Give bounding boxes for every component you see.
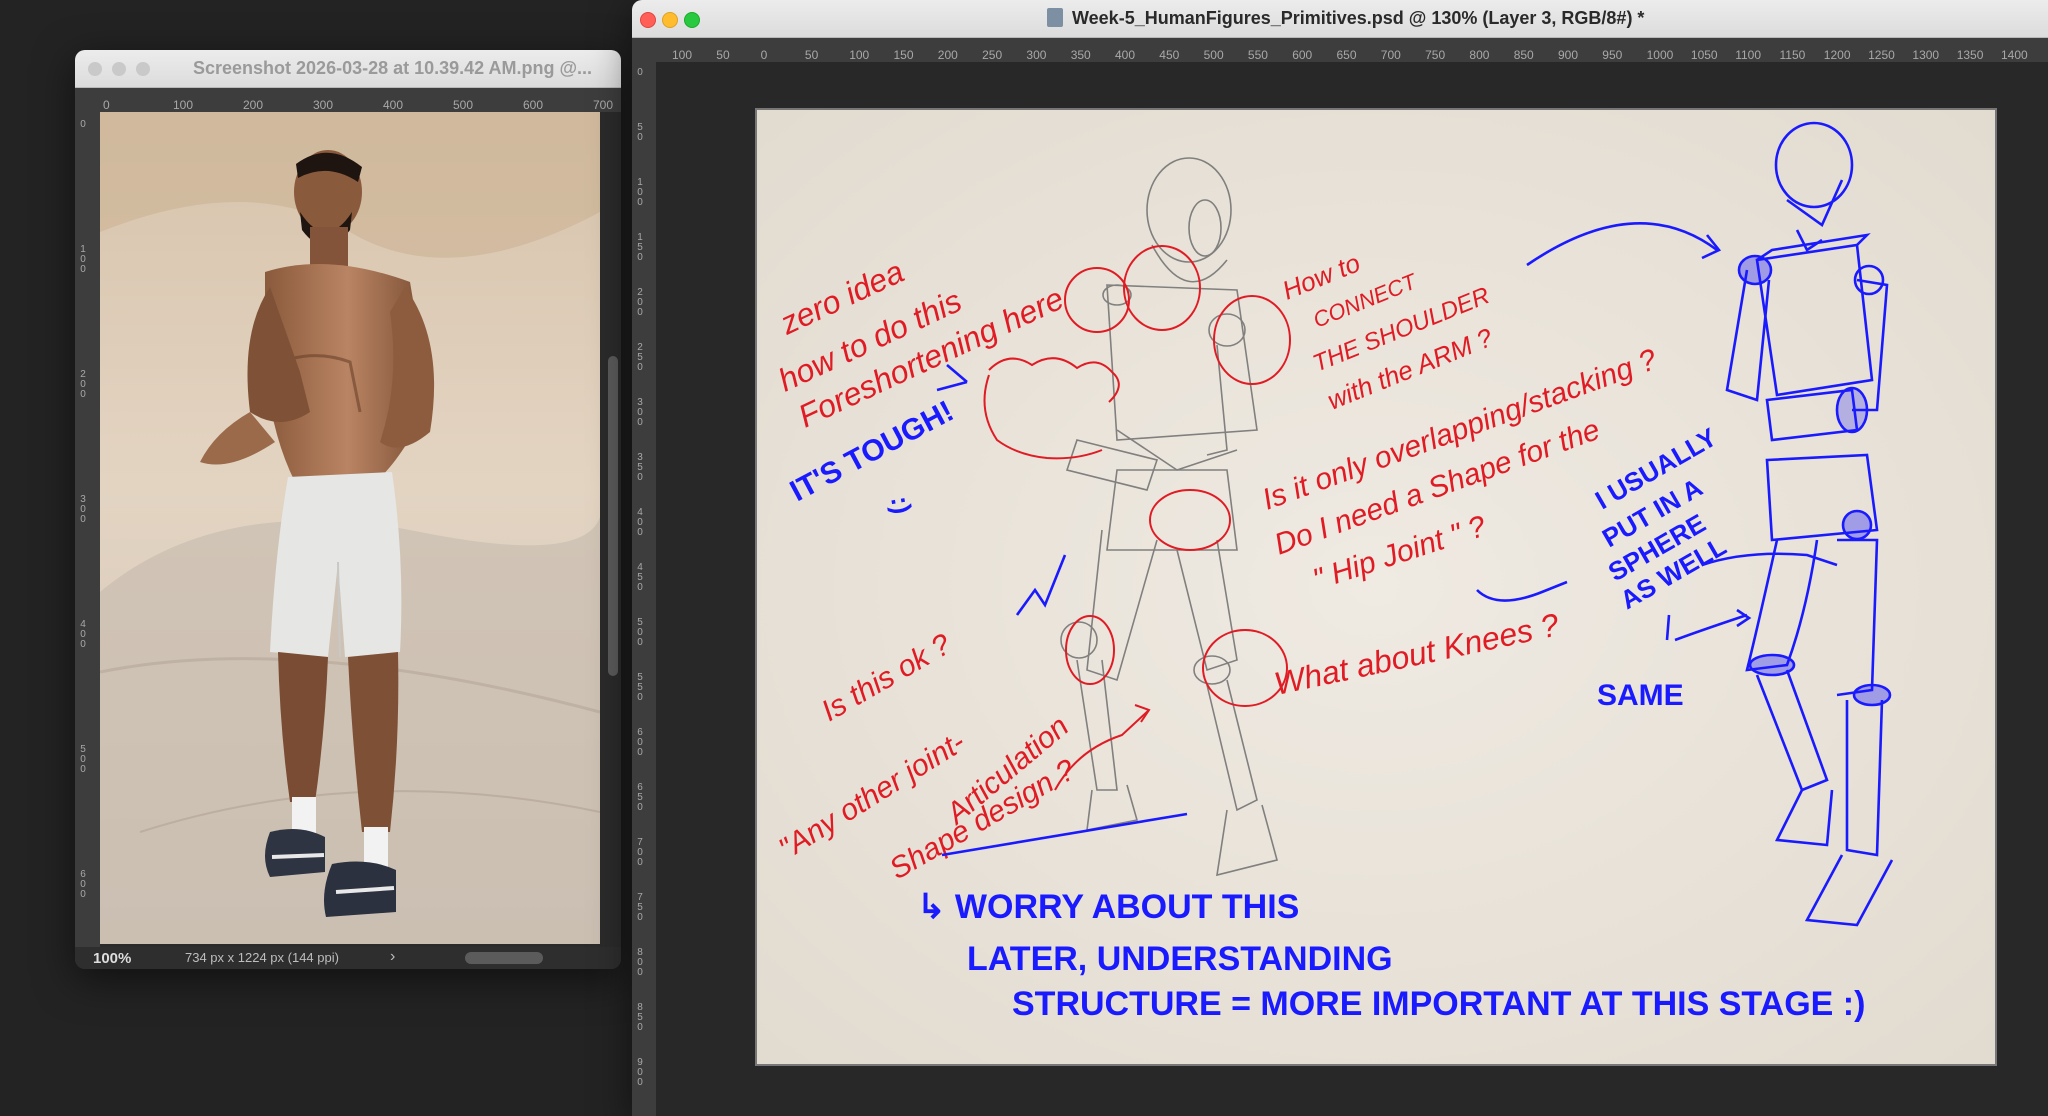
ruler-tick-label: 300 xyxy=(637,397,643,428)
psd-document-icon xyxy=(1047,8,1063,27)
ruler-tick-label: 100 xyxy=(849,48,870,62)
ruler-tick-label: 300 xyxy=(313,98,334,112)
ruler-tick-label: 900 xyxy=(1558,48,1579,62)
ruler-tick-label: 250 xyxy=(982,48,1003,62)
artboard-canvas[interactable]: zero idea how to do this Foreshortening … xyxy=(755,108,1997,1066)
ruler-tick-label: 800 xyxy=(1469,48,1490,62)
ruler-tick-label: 1350 xyxy=(1956,48,1984,62)
ruler-tick-label: 0 xyxy=(80,119,86,130)
ruler-tick-label: 900 xyxy=(637,1057,643,1088)
ruler-tick-label: 0 xyxy=(637,67,643,78)
ruler-tick-label: 500 xyxy=(637,617,643,648)
ruler-tick-label: 150 xyxy=(893,48,914,62)
image-canvas-area[interactable] xyxy=(100,112,621,947)
ruler-tick-label: 200 xyxy=(637,287,643,318)
ruler-tick-label: 1000 xyxy=(1646,48,1674,62)
ruler-tick-label: 700 xyxy=(593,98,614,112)
ruler-tick-label: 500 xyxy=(80,744,86,775)
note-bottom-2: LATER, UNDERSTANDING xyxy=(967,940,1393,978)
reference-photo xyxy=(100,112,600,944)
ruler-tick-label: 400 xyxy=(637,507,643,538)
ruler-tick-label: 850 xyxy=(1513,48,1534,62)
ruler-tick-label: 50 xyxy=(804,48,819,62)
ruler-tick-label: 750 xyxy=(637,892,643,923)
horizontal-scrollbar[interactable] xyxy=(465,952,543,964)
ruler-tick-label: 150 xyxy=(637,232,643,263)
document-size-info[interactable]: 734 px x 1224 px (144 ppi) xyxy=(185,950,339,965)
ruler-tick-label: 550 xyxy=(1247,48,1268,62)
ruler-tick-label: 200 xyxy=(243,98,264,112)
ruler-tick-label: 100 xyxy=(637,177,643,208)
ruler-tick-label: 650 xyxy=(637,782,643,813)
document-titlebar[interactable]: Week-5_HumanFigures_Primitives.psd @ 130… xyxy=(632,0,2048,38)
ruler-tick-label: 1100 xyxy=(1735,48,1761,62)
ruler-tick-label: 350 xyxy=(1070,48,1091,62)
ruler-tick-label: 950 xyxy=(1602,48,1623,62)
vertical-ruler[interactable]: 0 50 100 150 200 250 300 350 400 450 500 550 600 650 7… xyxy=(632,62,656,1116)
ruler-tick-label: 400 xyxy=(1115,48,1136,62)
ruler-tick-label: 1250 xyxy=(1868,48,1895,62)
ruler-tick-label: 100 xyxy=(173,98,194,112)
ruler-tick-label: 600 xyxy=(637,727,643,758)
ruler-tick-label: 650 xyxy=(1336,48,1357,62)
ruler-tick-label: 1200 xyxy=(1823,48,1851,62)
vertical-ruler[interactable]: 0100200300400500600700 xyxy=(75,112,100,947)
ruler-tick-label: 600 xyxy=(523,98,544,112)
zoom-level[interactable]: 100% xyxy=(93,950,131,967)
ruler-tick-label: 300 xyxy=(80,494,86,525)
ruler-tick-label: 700 xyxy=(1380,48,1401,62)
ruler-tick-label: 300 xyxy=(1026,48,1047,62)
ruler-tick-label: 600 xyxy=(1292,48,1313,62)
chevron-right-icon[interactable]: › xyxy=(390,948,395,966)
ruler-tick-label: 200 xyxy=(80,369,86,400)
ruler-tick-label: 100 xyxy=(672,48,693,62)
note-same: SAME xyxy=(1597,679,1684,712)
close-button[interactable] xyxy=(640,12,656,28)
reference-window-titlebar[interactable]: Screenshot 2026-03-28 at 10.39.42 AM.png… xyxy=(75,50,621,88)
ruler-tick-label: 850 xyxy=(637,1002,643,1033)
photoshop-document-window: Week-5_HumanFigures_Primitives.psd @ 130… xyxy=(632,0,2048,1116)
close-button[interactable] xyxy=(88,62,102,76)
ruler-tick-label: 800 xyxy=(637,947,643,978)
ruler-tick-label: 500 xyxy=(453,98,474,112)
ruler-tick-label: 250 xyxy=(637,342,643,373)
note-bottom-3: STRUCTURE = MORE IMPORTANT AT THIS STAGE… xyxy=(1012,985,1865,1023)
minimize-button[interactable] xyxy=(662,12,678,28)
ruler-tick-label: 1150 xyxy=(1779,48,1806,62)
ruler-tick-label: 50 xyxy=(716,48,730,62)
ruler-tick-label: 200 xyxy=(937,48,958,62)
ruler-tick-label: 500 xyxy=(1203,48,1224,62)
ruler-tick-label: 350 xyxy=(637,452,643,483)
ruler-tick-label: 0 xyxy=(760,48,768,62)
ruler-tick-label: 700 xyxy=(637,837,643,868)
ruler-tick-label: 600 xyxy=(80,869,86,900)
ruler-tick-label: 0 xyxy=(103,98,110,112)
ruler-tick-label: 750 xyxy=(1425,48,1446,62)
reference-window-title: Screenshot 2026-03-28 at 10.39.42 AM.png… xyxy=(193,58,593,78)
ruler-tick-label: 1300 xyxy=(1912,48,1940,62)
ruler-tick-label: 400 xyxy=(80,619,86,650)
reference-image-window: Screenshot 2026-03-28 at 10.39.42 AM.png… xyxy=(75,50,621,969)
ruler-tick-label: 400 xyxy=(383,98,404,112)
ruler-tick-label: 450 xyxy=(1159,48,1180,62)
reference-status-bar: 100% 734 px x 1224 px (144 ppi) › xyxy=(75,947,621,969)
ruler-tick-label: 550 xyxy=(637,672,643,703)
ruler-tick-label: 1050 xyxy=(1690,48,1718,62)
vertical-scrollbar[interactable] xyxy=(608,356,618,676)
drawing-layer: zero idea how to do this Foreshortening … xyxy=(757,110,1995,1064)
note-bottom-1: ↳ WORRY ABOUT THIS xyxy=(917,888,1299,926)
minimize-button[interactable] xyxy=(112,62,126,76)
horizontal-ruler[interactable]: 0 100 200 300 400 500 600 700 xyxy=(75,88,621,112)
ruler-tick-label: 50 xyxy=(637,122,643,143)
ruler-tick-label: 1400 xyxy=(2001,48,2028,62)
document-title: Week-5_HumanFigures_Primitives.psd @ 130… xyxy=(1072,8,1645,28)
zoom-button[interactable] xyxy=(136,62,150,76)
zoom-button[interactable] xyxy=(684,12,700,28)
ruler-tick-label: 450 xyxy=(637,562,643,593)
ruler-tick-label: 100 xyxy=(80,244,86,275)
horizontal-ruler[interactable]: 100 50 0 50 100 150 200 250 300 350 400 450 500 550 60… xyxy=(632,38,2048,62)
